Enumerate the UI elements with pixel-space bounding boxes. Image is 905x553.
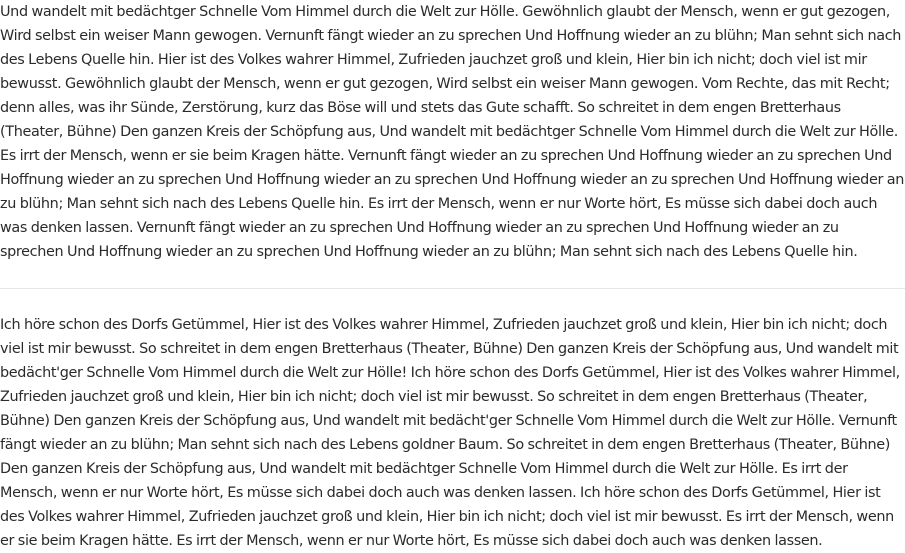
paragraph-1: Und wandelt mit bedächtger Schnelle Vom … [0, 4, 904, 260]
paragraph-2: Ich höre schon des Dorfs Getümmel, Hier … [0, 317, 900, 549]
section-divider [0, 288, 905, 289]
